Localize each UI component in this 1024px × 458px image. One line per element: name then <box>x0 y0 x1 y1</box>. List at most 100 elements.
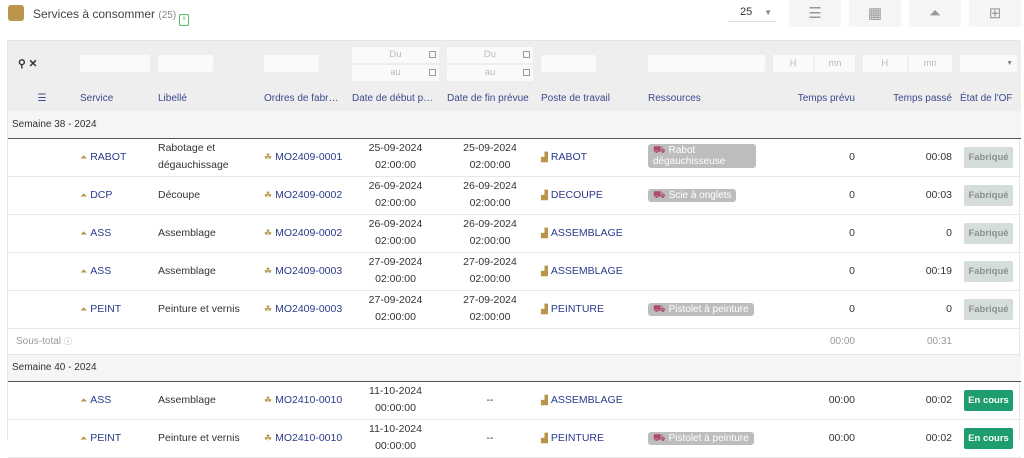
resource-badge[interactable]: ⛟ Rabot dégauchisseuse <box>648 144 756 168</box>
end-date-cell: 26-09-2024 02:00:00 <box>443 176 537 215</box>
passe-time-filter[interactable]: Hmn <box>863 55 952 72</box>
status-badge: En cours <box>964 427 1013 449</box>
service-link[interactable]: ASS <box>90 394 111 406</box>
temps-prevu: 0 <box>769 138 859 177</box>
of-link[interactable]: MO2409-0002 <box>275 189 342 201</box>
list-view-button[interactable]: ☰ <box>789 0 841 27</box>
col-start-date[interactable]: Date de début p… <box>348 86 443 111</box>
poste-link[interactable]: RABOT <box>551 151 587 163</box>
service-filter-input[interactable] <box>80 55 150 72</box>
minute-input[interactable]: mn <box>908 55 952 72</box>
clear-filter-icon[interactable]: ✕ <box>29 58 38 70</box>
group-header[interactable]: Semaine 38 - 2024 <box>8 111 1021 139</box>
of-link[interactable]: MO2409-0003 <box>275 265 342 277</box>
row-spacer <box>8 176 76 215</box>
poste-link[interactable]: DECOUPE <box>551 189 603 201</box>
etat-cell: Fabriqué <box>956 138 1021 177</box>
poste-link[interactable]: ASSEMBLAGE <box>551 265 623 277</box>
page-size-select[interactable]: 25 ▼ <box>728 6 776 22</box>
of-link[interactable]: MO2410-0010 <box>275 394 342 406</box>
start-date-to-input[interactable]: au <box>352 64 439 81</box>
of-link[interactable]: MO2410-0010 <box>275 432 342 444</box>
ressource-cell: ⛟ Pistolet à peinture <box>644 419 769 458</box>
of-link[interactable]: MO2409-0001 <box>275 151 342 163</box>
col-poste[interactable]: Poste de travail <box>537 86 644 111</box>
service-link[interactable]: ASS <box>90 265 111 277</box>
end-date-cell: 27-09-2024 02:00:00 <box>443 290 537 329</box>
of-filter-input[interactable] <box>264 55 319 72</box>
workstation-view-button[interactable]: ⊞ <box>969 0 1021 27</box>
resource-icon: ⛟ <box>653 303 666 315</box>
libelle-cell: Assemblage <box>154 214 260 253</box>
prevu-time-filter[interactable]: Hmn <box>773 55 855 72</box>
end-date-from-input[interactable]: Du <box>447 46 533 63</box>
group-header[interactable]: Semaine 40 - 2024 <box>8 354 1021 382</box>
hour-input[interactable]: H <box>773 55 813 72</box>
box-icon <box>8 5 24 21</box>
of-link[interactable]: MO2409-0003 <box>275 303 342 315</box>
temps-prevu: 0 <box>769 176 859 215</box>
col-etat[interactable]: État de l'OF <box>956 86 1021 111</box>
hour-input[interactable]: H <box>863 55 907 72</box>
service-link[interactable]: PEINT <box>90 303 121 315</box>
table-row[interactable]: ⏶ ASS Assemblage ☘ MO2410-0010 11-10-2024 00:0… <box>8 381 1021 420</box>
service-view-button[interactable]: ⏶ <box>909 0 961 27</box>
service-link[interactable]: ASS <box>90 227 111 239</box>
poste-link[interactable]: ASSEMBLAGE <box>551 227 623 239</box>
service-bell-icon: ⏶ <box>80 303 88 314</box>
resource-badge[interactable]: ⛟ Scie à onglets <box>648 188 737 202</box>
temps-prevu: 0 <box>769 290 859 329</box>
resource-badge[interactable]: ⛟ Pistolet à peinture <box>648 431 754 445</box>
etat-filter-select[interactable]: ▼ <box>960 55 1017 72</box>
libelle-filter-input[interactable] <box>158 55 213 72</box>
table-row[interactable]: ⏶ PEINT Peinture et vernis ☘ MO2409-0003 27-0… <box>8 290 1021 329</box>
poste-link[interactable]: PEINTURE <box>551 432 604 444</box>
resource-icon: ⛟ <box>653 189 666 201</box>
status-badge: Fabriqué <box>964 222 1013 244</box>
col-temps-prevu[interactable]: Temps prévu <box>769 86 859 111</box>
table-row[interactable]: ⏶ ASS Assemblage ☘ MO2409-0002 26-09-2024 02:0… <box>8 214 1021 253</box>
ressource-cell <box>644 214 769 253</box>
col-ressources[interactable]: Ressources <box>644 86 769 111</box>
table-row[interactable]: ⏶ ASS Assemblage ☘ MO2409-0003 27-09-2024 02:0… <box>8 252 1021 291</box>
poste-link[interactable]: ASSEMBLAGE <box>551 394 623 406</box>
poste-cell: ▟ PEINTURE <box>537 419 644 458</box>
excel-icon[interactable]: x <box>179 14 190 26</box>
end-date-cell: 26-09-2024 02:00:00 <box>443 214 537 253</box>
column-chooser-icon[interactable]: ☰ <box>8 86 76 111</box>
manufacturing-order-icon: ☘ <box>264 227 273 238</box>
table-row[interactable]: ⏶ DCP Découpe ☘ MO2409-0002 26-09-2024 02:00:0… <box>8 176 1021 215</box>
services-table: ⚲ ✕ Du au Du au Hmn Hmn ▼ ☰ Service Libell… <box>8 41 1021 458</box>
row-spacer <box>8 252 76 291</box>
service-link[interactable]: RABOT <box>90 151 126 163</box>
service-bell-icon: ⏶ <box>80 265 88 276</box>
resource-icon: ⛟ <box>653 145 666 156</box>
end-date-to-input[interactable]: au <box>447 64 533 81</box>
table-row[interactable]: ⏶ PEINT Peinture et vernis ☘ MO2410-0010 11-1… <box>8 419 1021 458</box>
start-date-from-input[interactable]: Du <box>352 46 439 63</box>
col-service[interactable]: Service <box>76 86 154 111</box>
resource-badge[interactable]: ⛟ Pistolet à peinture <box>648 302 754 316</box>
service-link[interactable]: PEINT <box>90 432 121 444</box>
of-link[interactable]: MO2409-0002 <box>275 227 342 239</box>
poste-link[interactable]: PEINTURE <box>551 303 604 315</box>
col-end-date[interactable]: Date de fin prévue <box>443 86 537 111</box>
col-temps-passe[interactable]: Temps passé <box>859 86 956 111</box>
poste-cell: ▟ ASSEMBLAGE <box>537 252 644 291</box>
minute-input[interactable]: mn <box>815 55 855 72</box>
ressource-filter-input[interactable] <box>648 55 765 72</box>
poste-filter-input[interactable] <box>541 55 596 72</box>
calendar-view-button[interactable]: ▦ <box>849 0 901 27</box>
filter-row: ⚲ ✕ Du au Du au Hmn Hmn ▼ <box>8 41 1021 86</box>
temps-prevu: 0 <box>769 252 859 291</box>
service-link[interactable]: DCP <box>90 189 112 201</box>
temps-passe: 0 <box>859 214 956 253</box>
end-date: -- <box>486 431 494 444</box>
spacer <box>956 328 1021 355</box>
search-icon[interactable]: ⚲ <box>18 58 26 70</box>
col-of[interactable]: Ordres de fabr… <box>260 86 348 111</box>
col-libelle[interactable]: Libellé <box>154 86 260 111</box>
info-icon[interactable]: ⓘ <box>64 337 72 346</box>
placeholder: au <box>484 66 496 78</box>
table-row[interactable]: ⏶ RABOT Rabotage et dégauchissage ☘ MO2409-0… <box>8 138 1021 177</box>
